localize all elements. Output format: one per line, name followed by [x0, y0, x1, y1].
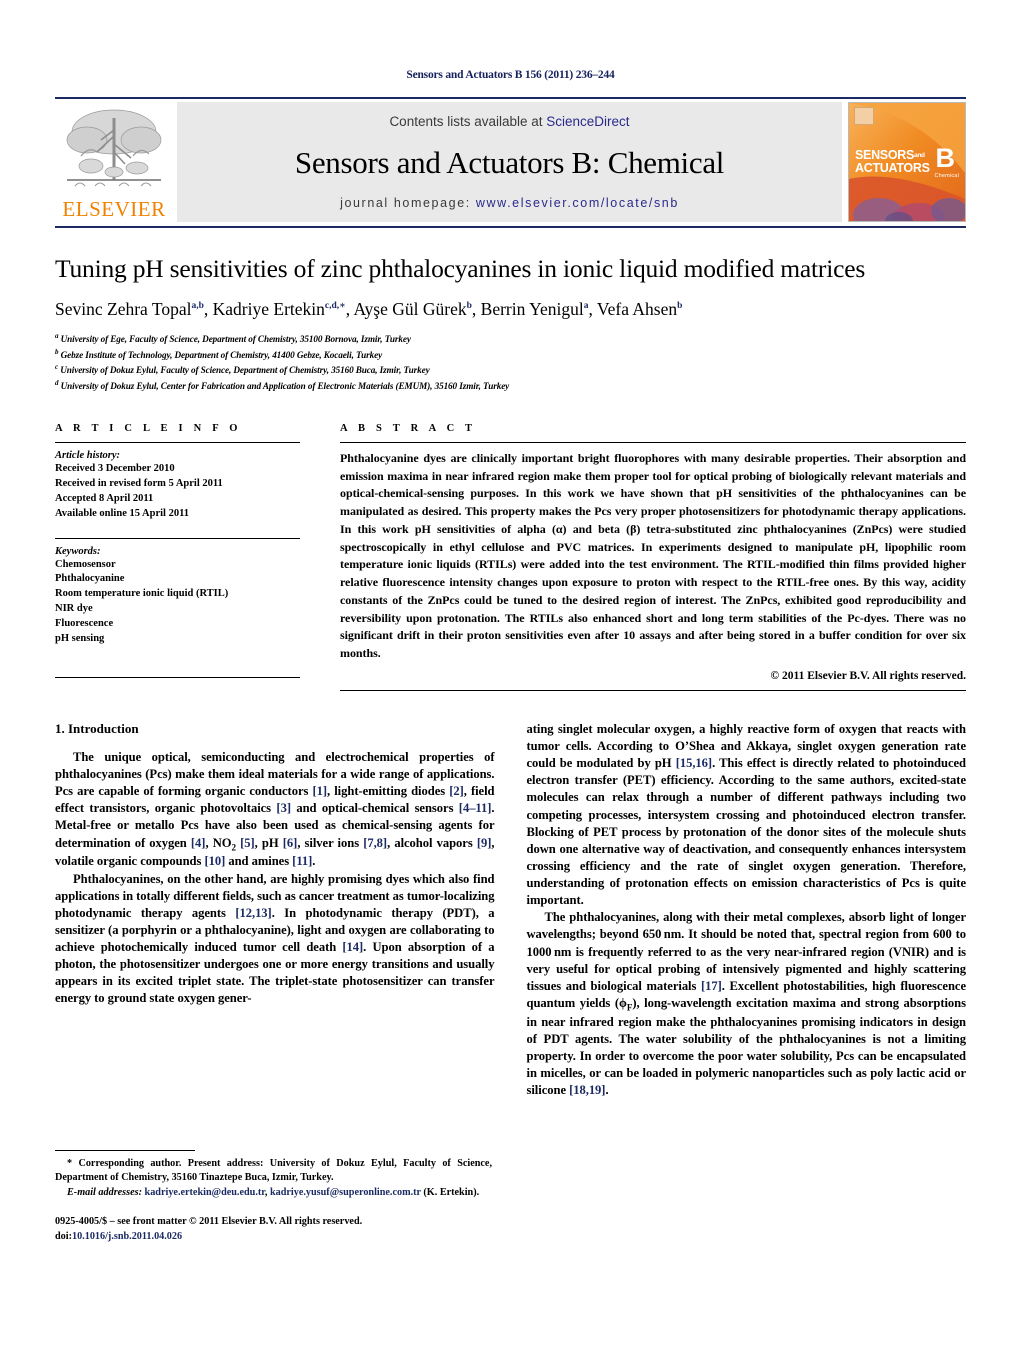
abstract-column: A B S T R A C T Phthalocyanine dyes are …: [340, 423, 966, 691]
author-name: Kadriye Ertekin: [212, 299, 325, 320]
homepage-prefix: journal homepage:: [340, 196, 476, 210]
email-link-secondary[interactable]: kadriye.yusuf@superonline.com.tr: [270, 1187, 421, 1198]
keyword-item: NIR dye: [55, 603, 93, 615]
body-right-column: ating singlet molecular oxygen, a highly…: [527, 721, 967, 1099]
keyword-item: Room temperature ionic liquid (RTIL): [55, 588, 229, 600]
author-affil-mark: b: [677, 301, 683, 312]
paragraph: The phthalocyanines, along with their me…: [526, 910, 967, 1098]
article-info-column: A R T I C L E I N F O Article history: R…: [55, 423, 300, 691]
article-history-heading: Article history:: [55, 449, 121, 461]
author-name: Berrin Yenigul: [480, 299, 584, 320]
article-info-heading: A R T I C L E I N F O: [55, 422, 242, 434]
paragraph: The unique optical, semiconducting and e…: [55, 749, 495, 869]
cover-title-and: and: [914, 152, 925, 159]
body-columns: 1. Introduction The unique optical, semi…: [55, 721, 966, 1099]
issn-doi-block: 0925-4005/$ – see front matter © 2011 El…: [55, 1215, 492, 1244]
info-abstract-region: A R T I C L E I N F O Article history: R…: [55, 423, 966, 691]
issn-line: 0925-4005/$ – see front matter © 2011 El…: [55, 1216, 363, 1228]
journal-homepage-link[interactable]: www.elsevier.com/locate/snb: [476, 196, 679, 210]
history-item: Available online 15 April 2011: [55, 507, 189, 519]
divider: [340, 689, 966, 691]
cover-title: SENSORSand ACTUATORS: [855, 149, 930, 175]
masthead-center-band: Contents lists available at ScienceDirec…: [177, 102, 842, 222]
journal-title: Sensors and Actuators B: Chemical: [294, 145, 725, 180]
cover-title-line1: SENSORS: [855, 148, 915, 162]
history-item: Received in revised form 5 April 2011: [55, 477, 223, 489]
email-label: E-mail addresses:: [67, 1186, 142, 1198]
journal-cover-image: SENSORSand ACTUATORS B Chemical: [848, 102, 966, 222]
keywords-heading: Keywords:: [55, 545, 101, 557]
corresponding-author-text: * Corresponding author. Present address:…: [55, 1158, 492, 1183]
email-note: E-mail addresses: kadriye.ertekin@deu.ed…: [55, 1186, 492, 1200]
author-affil-mark: b: [466, 301, 472, 312]
affiliation-text: Gebze Institute of Technology, Departmen…: [60, 349, 383, 360]
running-head: Sensors and Actuators B 156 (2011) 236–2…: [406, 69, 615, 81]
author-affil-mark: a,b: [191, 301, 204, 312]
divider: [55, 677, 300, 678]
doi-link[interactable]: 10.1016/j.snb.2011.04.026: [72, 1231, 182, 1242]
author-affil-mark: a: [583, 301, 589, 312]
corresponding-author-note: * Corresponding author. Present address:…: [55, 1157, 492, 1185]
author-name: Vefa Ahsen: [596, 299, 678, 320]
affiliation-text: University of Dokuz Eylul, Faculty of Sc…: [60, 365, 430, 376]
journal-masthead: ELSEVIER Contents lists available at Sci…: [55, 97, 966, 222]
contents-available-line: Contents lists available at ScienceDirec…: [389, 114, 629, 129]
sciencedirect-link[interactable]: ScienceDirect: [546, 114, 629, 129]
author-name: Ayşe Gül Gürek: [353, 299, 467, 320]
affiliation-text: University of Dokuz Eylul, Center for Fa…: [60, 380, 510, 391]
divider: [55, 537, 300, 539]
cover-title-line2: ACTUATORS: [855, 161, 930, 175]
affiliation-mark: a: [55, 332, 59, 341]
journal-homepage-line: journal homepage: www.elsevier.com/locat…: [340, 196, 679, 210]
doi-label: doi:: [55, 1230, 72, 1242]
footnote-area: * Corresponding author. Present address:…: [55, 1150, 492, 1244]
history-item: Received 3 December 2010: [55, 462, 175, 474]
elsevier-logo: ELSEVIER: [55, 102, 173, 222]
cover-subtitle: Chemical: [934, 173, 959, 179]
footnote-rule: [55, 1150, 195, 1151]
keyword-item: Fluorescence: [55, 618, 114, 630]
history-item: Accepted 8 April 2011: [55, 492, 154, 504]
affiliation-mark: b: [55, 347, 59, 356]
affiliation-item: d University of Dokuz Eylul, Center for …: [55, 378, 966, 393]
author-name: Sevinc Zehra Topal: [55, 299, 192, 320]
email-link-primary[interactable]: kadriye.ertekin@deu.edu.tr: [145, 1187, 265, 1198]
cover-series-letter: B: [935, 143, 956, 173]
author-affil-mark: c,d,∗: [324, 301, 346, 312]
paragraph: Phthalocyanines, on the other hand, are …: [55, 871, 495, 1006]
keywords-list: Chemosensor Phthalocyanine Room temperat…: [55, 558, 300, 647]
author-list: Sevinc Zehra Topala,b, Kadriye Ertekinc,…: [55, 299, 683, 320]
masthead-bottom-rule: [55, 226, 966, 228]
doi-line: doi:10.1016/j.snb.2011.04.026: [55, 1230, 492, 1244]
section-heading-introduction: 1. Introduction: [55, 720, 139, 736]
divider: [340, 441, 966, 443]
paragraph: ating singlet molecular oxygen, a highly…: [526, 721, 967, 908]
keyword-item: pH sensing: [55, 633, 105, 645]
article-history-list: Received 3 December 2010 Received in rev…: [55, 462, 300, 522]
elsevier-tree-icon: [66, 109, 162, 187]
article-page: Sensors and Actuators B 156 (2011) 236–2…: [0, 0, 1021, 1351]
abstract-text: Phthalocyanine dyes are clinically impor…: [340, 450, 966, 661]
affiliation-item: b Gebze Institute of Technology, Departm…: [55, 347, 966, 362]
body-left-column: 1. Introduction The unique optical, semi…: [55, 721, 495, 1099]
divider: [55, 441, 300, 443]
abstract-copyright: © 2011 Elsevier B.V. All rights reserved…: [770, 669, 966, 682]
abstract-heading: A B S T R A C T: [340, 422, 477, 434]
affiliation-list: a University of Ege, Faculty of Science,…: [55, 331, 966, 393]
contents-prefix: Contents lists available at: [389, 114, 547, 129]
title-block: Tuning pH sensitivities of zinc phthaloc…: [55, 254, 966, 393]
affiliation-mark: c: [55, 363, 59, 372]
page-title: Tuning pH sensitivities of zinc phthaloc…: [55, 254, 866, 283]
affiliation-text: University of Ege, Faculty of Science, D…: [60, 334, 411, 345]
email-owner: (K. Ertekin).: [423, 1186, 480, 1198]
affiliation-item: a University of Ege, Faculty of Science,…: [55, 331, 966, 346]
cover-publisher-mark-icon: [854, 107, 874, 125]
keyword-item: Chemosensor: [55, 558, 116, 570]
affiliation-mark: d: [55, 378, 59, 387]
keyword-item: Phthalocyanine: [55, 573, 125, 585]
elsevier-wordmark: ELSEVIER: [62, 197, 166, 221]
affiliation-item: c University of Dokuz Eylul, Faculty of …: [55, 362, 966, 377]
